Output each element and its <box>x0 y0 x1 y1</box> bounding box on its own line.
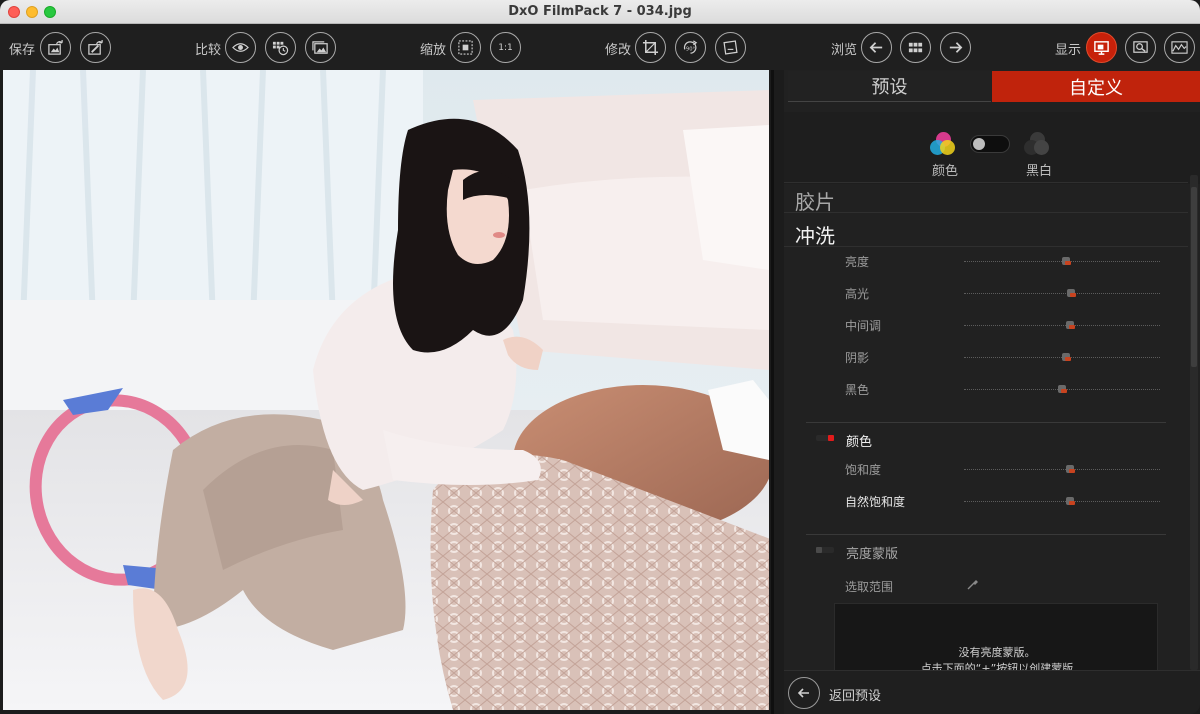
next-image-button[interactable] <box>940 32 971 63</box>
save-label: 保存 <box>9 43 36 58</box>
arrow-left-icon <box>797 688 809 698</box>
title-bar: DxO FilmPack 7 - 034.jpg <box>0 0 1200 24</box>
color-mode-icon[interactable] <box>930 132 958 156</box>
fullscreen-button[interactable] <box>1086 32 1117 63</box>
bw-mode-icon[interactable] <box>1024 132 1052 156</box>
luma-mask-label: 亮度蒙版 <box>846 547 899 562</box>
settings-panel: 预设 自定义 颜色 黑白 胶片 冲洗 亮度 高光 中间调 阴影 黑色 颜色 饱和… <box>784 70 1200 714</box>
main-toolbar: 保存 比较 缩放 1:1 修改 90° 浏览 显示 <box>0 24 1200 70</box>
midtones-slider[interactable] <box>964 319 1160 331</box>
brightness-slider[interactable] <box>964 255 1160 267</box>
browse-label: 浏览 <box>831 43 858 58</box>
no-mask-message: 没有亮度蒙版。 <box>958 646 1036 659</box>
tab-custom[interactable]: 自定义 <box>992 71 1200 102</box>
rotate-button[interactable]: 90° <box>675 32 706 63</box>
histogram-icon <box>1171 41 1188 54</box>
edit-label: 修改 <box>605 43 632 58</box>
export-image-button[interactable] <box>40 32 71 63</box>
rotate-90-label: 90° <box>686 46 696 52</box>
highlights-label: 高光 <box>845 287 870 301</box>
color-group-toggle[interactable] <box>816 435 834 441</box>
color-group-label: 颜色 <box>846 435 873 450</box>
straighten-icon <box>723 40 738 55</box>
luma-mask-empty-panel: 没有亮度蒙版。 点击下面的“+”按钮以创建蒙版 <box>834 603 1158 675</box>
histogram-button[interactable] <box>1164 32 1195 63</box>
shadows-label: 阴影 <box>845 351 870 365</box>
eyedropper-icon[interactable] <box>966 578 979 591</box>
loupe-icon <box>1133 41 1148 53</box>
vibrance-label: 自然饱和度 <box>845 495 906 509</box>
filmstrip-button[interactable] <box>900 32 931 63</box>
select-range-label: 选取范围 <box>845 580 894 594</box>
arrow-right-icon <box>949 42 963 53</box>
midtones-label: 中间调 <box>845 319 882 333</box>
color-bw-toggle[interactable] <box>970 135 1010 153</box>
highlights-slider[interactable] <box>964 287 1160 299</box>
history-grid-icon <box>272 41 289 56</box>
export-image-icon <box>48 39 63 55</box>
zoom-100-button[interactable]: 1:1 <box>490 32 521 63</box>
develop-section-title[interactable]: 冲洗 <box>795 220 835 249</box>
straighten-button[interactable] <box>715 32 746 63</box>
panel-bottom-bar: 返回预设 <box>784 670 1200 714</box>
vibrance-slider[interactable] <box>964 495 1160 507</box>
zoom-label: 缩放 <box>420 43 447 58</box>
film-section-title[interactable]: 胶片 <box>795 186 835 215</box>
photo-stack-icon <box>312 41 328 54</box>
luma-mask-toggle[interactable] <box>816 547 834 553</box>
bw-mode-label: 黑白 <box>1026 164 1053 179</box>
photo-image <box>3 70 769 710</box>
arrow-left-icon <box>869 42 883 53</box>
zoom-100-label: 1:1 <box>498 42 513 53</box>
blacks-slider[interactable] <box>964 383 1160 395</box>
history-button[interactable] <box>265 32 296 63</box>
compare-label: 比较 <box>195 43 222 58</box>
monitor-icon <box>1094 41 1109 55</box>
saturation-slider[interactable] <box>964 463 1160 475</box>
window-title: DxO FilmPack 7 - 034.jpg <box>508 4 692 19</box>
eye-icon <box>232 43 249 52</box>
blacks-label: 黑色 <box>845 383 870 397</box>
export-edit-button[interactable] <box>80 32 111 63</box>
crop-button[interactable] <box>635 32 666 63</box>
back-to-presets-label: 返回预设 <box>829 689 882 704</box>
loupe-button[interactable] <box>1125 32 1156 63</box>
panel-scrollbar[interactable] <box>1190 175 1198 670</box>
photo-preview[interactable] <box>3 70 769 710</box>
fit-to-screen-button[interactable] <box>450 32 481 63</box>
app-window: DxO FilmPack 7 - 034.jpg 保存 比较 缩放 1:1 修改 <box>0 0 1200 714</box>
display-label: 显示 <box>1055 43 1082 58</box>
export-edit-icon <box>88 39 103 55</box>
crop-icon <box>642 39 659 56</box>
fit-screen-icon <box>458 40 473 55</box>
brightness-label: 亮度 <box>845 255 870 269</box>
previous-image-button[interactable] <box>861 32 892 63</box>
saturation-label: 饱和度 <box>845 463 882 477</box>
tab-presets[interactable]: 预设 <box>788 71 991 102</box>
before-after-button[interactable] <box>305 32 336 63</box>
color-mode-label: 颜色 <box>932 164 959 179</box>
shadows-slider[interactable] <box>964 351 1160 363</box>
rotate-90-icon: 90° <box>683 40 698 54</box>
grid-icon <box>908 42 923 53</box>
back-to-presets-button[interactable] <box>788 677 820 709</box>
splitter[interactable] <box>771 70 774 714</box>
compare-button[interactable] <box>225 32 256 63</box>
